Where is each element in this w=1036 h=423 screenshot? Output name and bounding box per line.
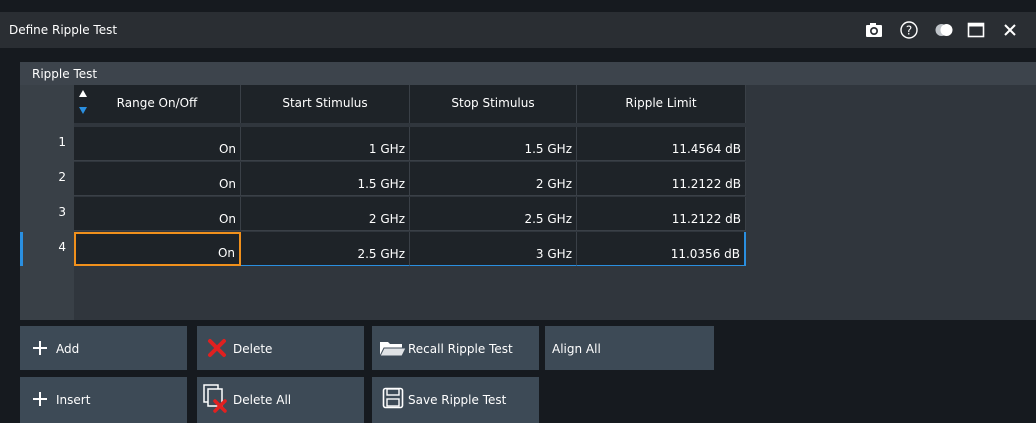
table-row[interactable]: 1 On 1 GHz 1.5 GHz 11.4564 dB [20, 127, 746, 163]
ripple-test-panel: Ripple Test Range On/Off Start Stimulus … [20, 62, 1036, 320]
maximize-icon[interactable] [966, 20, 986, 40]
row-number: 2 [20, 162, 74, 196]
delete-button[interactable]: Delete [197, 326, 364, 370]
delete-all-icon [203, 384, 227, 413]
svg-text:?: ? [906, 24, 912, 38]
transparency-toggle-icon[interactable] [934, 20, 954, 40]
table-row-selected[interactable]: 4 On 2.5 GHz 3 GHz 11.0356 dB [20, 232, 746, 268]
column-header-label: Start Stimulus [282, 96, 368, 110]
help-icon[interactable]: ? [899, 20, 919, 40]
range-cell[interactable]: On [74, 162, 241, 196]
column-header-label: Ripple Limit [625, 96, 697, 110]
column-header-label: Range On/Off [116, 96, 198, 110]
recall-ripple-test-button[interactable]: Recall Ripple Test [372, 326, 539, 370]
column-header-label: Stop Stimulus [451, 96, 535, 110]
row-number: 1 [20, 127, 74, 161]
start-stimulus-cell[interactable]: 1 GHz [241, 127, 410, 161]
ripple-limit-cell[interactable]: 11.4564 dB [577, 127, 746, 161]
plus-icon [33, 341, 47, 355]
table-row[interactable]: 2 On 1.5 GHz 2 GHz 11.2122 dB [20, 162, 746, 198]
camera-icon[interactable] [864, 20, 884, 40]
stop-stimulus-cell[interactable]: 3 GHz [410, 232, 577, 266]
stop-stimulus-cell[interactable]: 1.5 GHz [410, 127, 577, 161]
add-button[interactable]: Add [20, 326, 187, 370]
save-ripple-test-button[interactable]: Save Ripple Test [372, 377, 539, 423]
row-number: 3 [20, 197, 74, 231]
panel-header: Ripple Test [20, 62, 1036, 85]
start-stimulus-cell[interactable]: 1.5 GHz [241, 162, 410, 196]
column-header-limit[interactable]: Ripple Limit [577, 85, 746, 123]
column-header-start[interactable]: Start Stimulus [241, 85, 410, 123]
range-cell[interactable]: On [74, 127, 241, 161]
start-stimulus-cell[interactable]: 2.5 GHz [241, 232, 410, 266]
column-header-range[interactable]: Range On/Off [74, 85, 241, 123]
table-row[interactable]: 3 On 2 GHz 2.5 GHz 11.2122 dB [20, 197, 746, 233]
ripple-limit-cell[interactable]: 11.2122 dB [577, 197, 746, 231]
stop-stimulus-cell[interactable]: 2 GHz [410, 162, 577, 196]
stop-stimulus-cell[interactable]: 2.5 GHz [410, 197, 577, 231]
range-cell-focused[interactable]: On [74, 232, 241, 266]
delete-all-button[interactable]: Delete All [197, 377, 364, 423]
range-cell[interactable]: On [74, 197, 241, 231]
delete-x-icon [208, 339, 226, 357]
plus-icon [33, 392, 47, 406]
column-header-stop[interactable]: Stop Stimulus [410, 85, 577, 123]
title-bar: Define Ripple Test ? [0, 12, 1036, 48]
ripple-limit-cell[interactable]: 11.2122 dB [577, 162, 746, 196]
insert-button[interactable]: Insert [20, 377, 187, 423]
dialog-title: Define Ripple Test [9, 23, 118, 37]
define-ripple-test-dialog: Define Ripple Test ? Ripple Test Range O… [0, 0, 1036, 423]
save-disk-icon [382, 387, 404, 409]
close-icon[interactable] [1000, 20, 1020, 40]
panel-title: Ripple Test [32, 67, 98, 81]
align-all-button[interactable]: Align All [545, 326, 714, 370]
start-stimulus-cell[interactable]: 2 GHz [241, 197, 410, 231]
ripple-limit-cell[interactable]: 11.0356 dB [577, 232, 746, 266]
open-folder-icon [379, 342, 407, 357]
row-number: 4 [20, 232, 74, 266]
